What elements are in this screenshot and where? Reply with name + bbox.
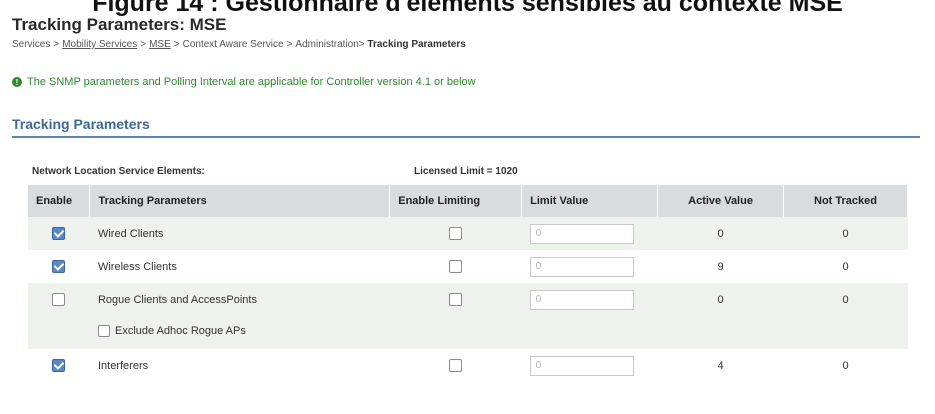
limiting-wired-clients-checkbox[interactable] (449, 227, 463, 240)
network-location-label: Network Location Service Elements: (32, 166, 205, 177)
info-icon: ! (12, 77, 22, 87)
header-not-tracked: Not Tracked (783, 185, 908, 217)
breadcrumb-context-aware-service[interactable]: Context Aware Service (183, 39, 284, 50)
enable-rogue-clients-checkbox[interactable] (52, 293, 66, 306)
limit-value-wireless-clients-input[interactable] (529, 256, 634, 277)
active-value: 9 (717, 260, 724, 273)
breadcrumb-administration[interactable]: Administration (295, 39, 358, 50)
header-active-value: Active Value (657, 185, 785, 217)
limiting-rogue-clients-checkbox[interactable] (449, 293, 463, 306)
enable-wired-clients-checkbox[interactable] (52, 227, 66, 240)
info-message: ! The SNMP parameters and Polling Interv… (12, 76, 476, 88)
limiting-wireless-clients-checkbox[interactable] (449, 260, 463, 273)
table-row-rogue-clients: Rogue Clients and AccessPoints 0 0 (28, 283, 908, 316)
breadcrumb-services[interactable]: Services (12, 39, 50, 50)
limiting-interferers-checkbox[interactable] (449, 359, 463, 372)
header-tracking-parameters: Tracking Parameters (89, 185, 391, 217)
param-name: Wired Clients (89, 217, 390, 250)
breadcrumb-separator: > (358, 39, 365, 50)
enable-wireless-clients-checkbox[interactable] (52, 260, 66, 273)
enable-interferers-checkbox[interactable] (52, 359, 66, 372)
table-row-wired-clients: Wired Clients 0 0 (28, 217, 908, 250)
header-enable: Enable (28, 185, 91, 217)
exclude-adhoc-option[interactable]: Exclude Adhoc Rogue APs (97, 325, 246, 337)
section-divider (12, 136, 920, 138)
breadcrumb-separator: > (173, 39, 180, 50)
active-value: 4 (717, 359, 724, 372)
breadcrumb-separator: > (140, 39, 147, 50)
table-header-row: Enable Tracking Parameters Enable Limiti… (28, 185, 908, 217)
not-tracked-value: 0 (842, 260, 849, 273)
table-row-rogue-sub-option: Exclude Adhoc Rogue APs (28, 316, 908, 349)
exclude-adhoc-rogue-aps-label: Exclude Adhoc Rogue APs (114, 325, 246, 337)
licensed-limit: Licensed Limit = 1020 (414, 166, 518, 177)
not-tracked-value: 0 (783, 283, 908, 316)
header-enable-limiting: Enable Limiting (389, 185, 523, 217)
param-name: Rogue Clients and AccessPoints (89, 283, 390, 316)
limit-value-wired-clients-input[interactable] (529, 223, 634, 244)
header-limit-value: Limit Value (521, 185, 659, 217)
table-row-wireless-clients: Wireless Clients 9 0 (28, 250, 908, 283)
breadcrumb-separator: > (286, 39, 293, 50)
param-name: Wireless Clients (97, 260, 177, 273)
limit-value-rogue-clients-input[interactable] (529, 289, 634, 310)
active-value: 0 (657, 217, 784, 250)
param-name: Interferers (97, 359, 149, 372)
not-tracked-value: 0 (783, 217, 908, 250)
breadcrumb-mse[interactable]: MSE (149, 39, 171, 50)
not-tracked-value: 0 (842, 359, 849, 372)
breadcrumb-mobility-services[interactable]: Mobility Services (62, 39, 137, 50)
breadcrumb-current: Tracking Parameters (367, 39, 466, 50)
breadcrumb-separator: > (53, 39, 60, 50)
table-row-interferers: Interferers 4 0 (28, 349, 908, 382)
section-title: Tracking Parameters (12, 116, 150, 132)
limit-value-interferers-input[interactable] (529, 355, 634, 376)
tracking-parameters-table: Enable Tracking Parameters Enable Limiti… (28, 185, 908, 382)
figure-caption: Figure 14 : Gestionnaire d'éléments sens… (92, 0, 843, 16)
breadcrumb: Services > Mobility Services > MSE > Context A… (12, 39, 466, 50)
active-value: 0 (657, 283, 784, 316)
exclude-adhoc-rogue-aps-checkbox[interactable] (97, 325, 110, 337)
info-message-text: The SNMP parameters and Polling Interval… (27, 76, 476, 88)
page-title: Tracking Parameters: MSE (12, 15, 227, 34)
